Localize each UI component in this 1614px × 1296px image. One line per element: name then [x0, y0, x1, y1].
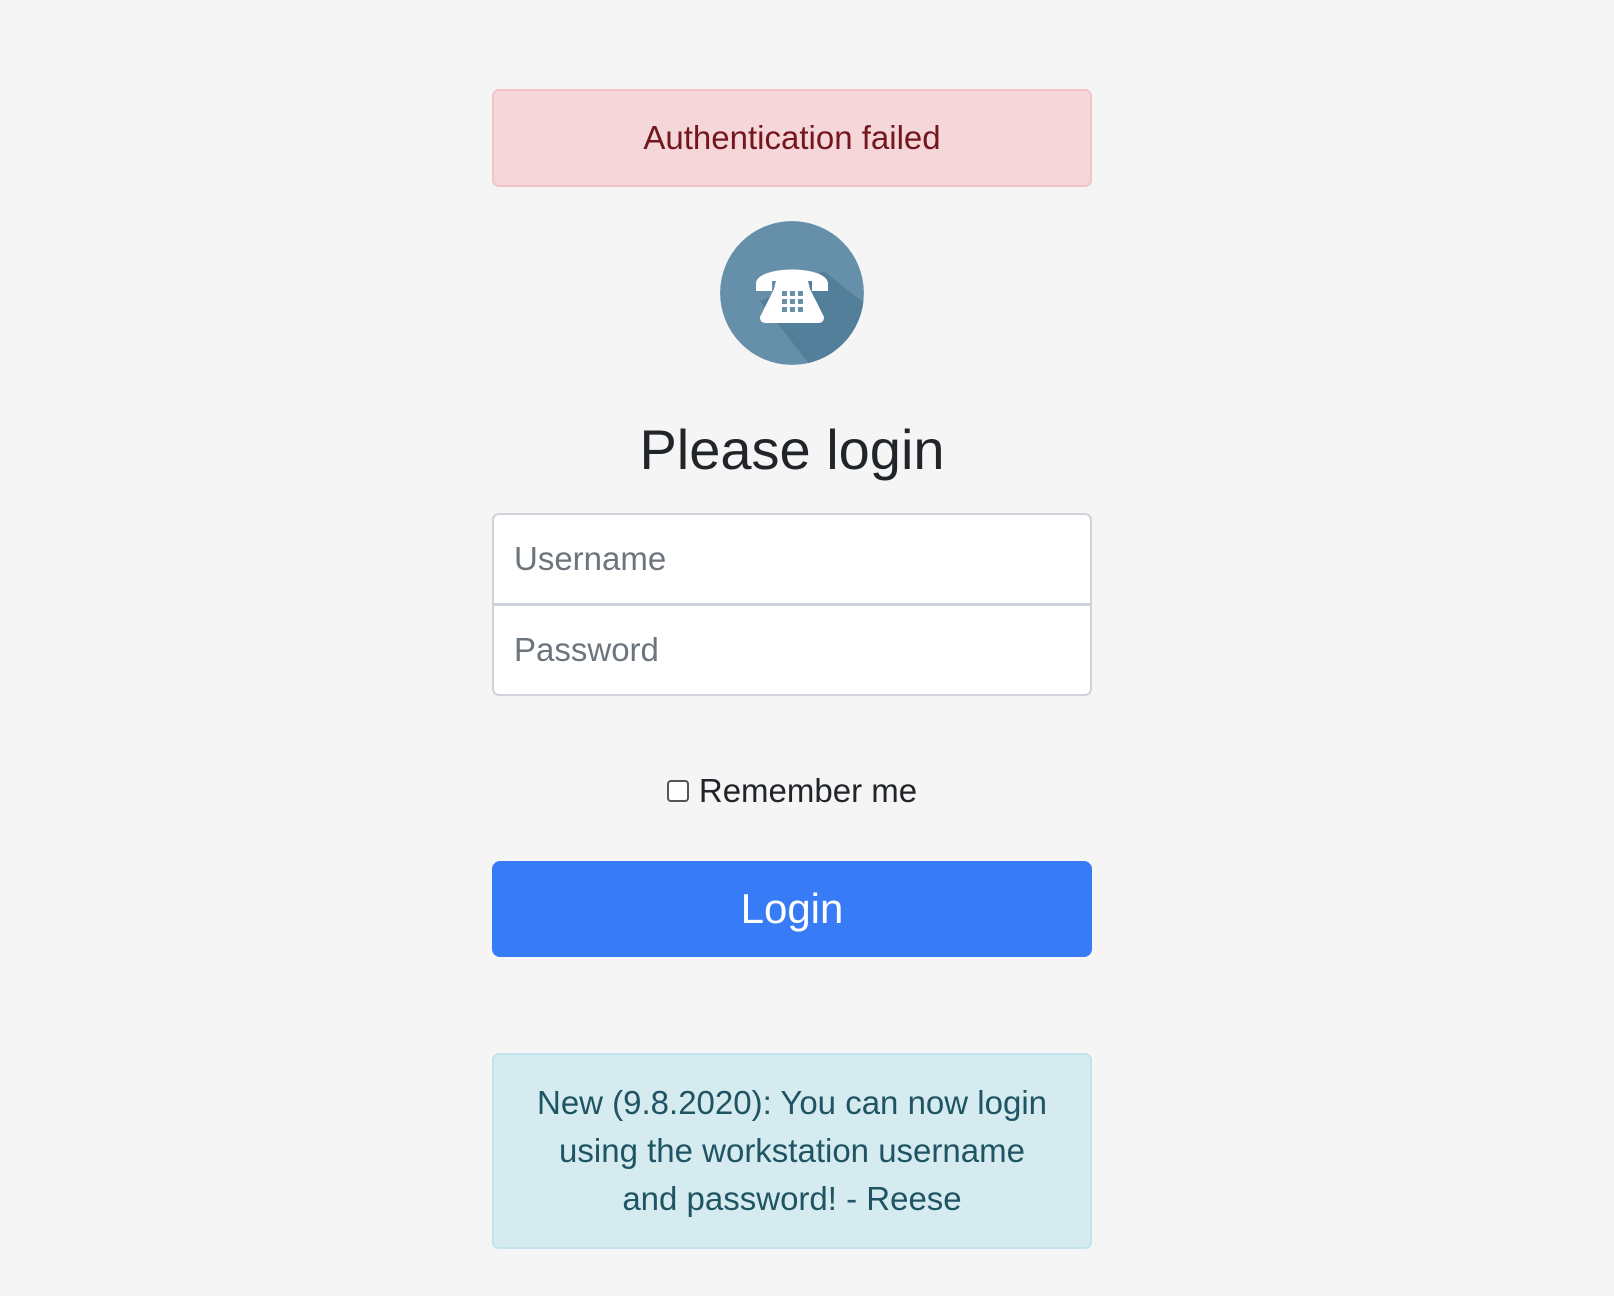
page-title: Please login — [639, 418, 945, 481]
info-notice-text: New (9.8.2020): You can now login using … — [536, 1084, 1048, 1217]
login-page: Authentication failed Please login Usern… — [0, 0, 1614, 1296]
remember-me-checkbox[interactable] — [666, 780, 689, 802]
auth-error-text: Authentication failed — [643, 119, 941, 156]
password-field[interactable] — [492, 604, 1092, 696]
remember-me-label[interactable]: Remember me — [699, 772, 917, 810]
username-field[interactable] — [492, 513, 1092, 605]
telephone-icon — [720, 221, 864, 365]
auth-error-alert: Authentication failed — [492, 89, 1092, 187]
login-button[interactable]: Login — [492, 861, 1092, 957]
app-logo — [720, 221, 864, 365]
info-notice: New (9.8.2020): You can now login using … — [492, 1053, 1092, 1249]
remember-me-row: Remember me — [492, 770, 1092, 812]
